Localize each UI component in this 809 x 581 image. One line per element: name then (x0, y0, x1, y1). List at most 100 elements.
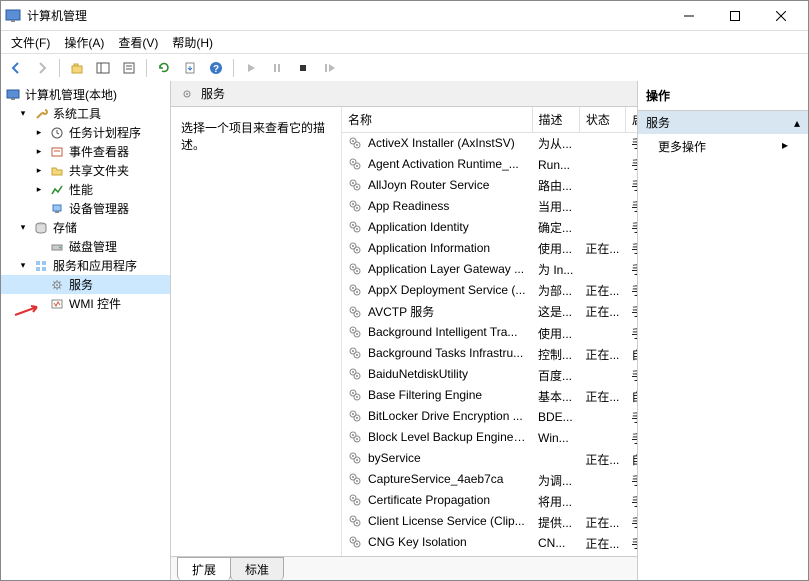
menu-help[interactable]: 帮助(H) (166, 32, 219, 53)
service-row[interactable]: Block Level Backup Engine ...Win...手动本..… (342, 428, 637, 449)
service-status (579, 491, 625, 512)
up-button[interactable] (66, 57, 88, 79)
service-row[interactable]: Application Layer Gateway ...为 In...手动本.… (342, 259, 637, 280)
service-row[interactable]: Background Tasks Infrastru...控制...正在...自… (342, 344, 637, 365)
service-desc: 基本... (532, 386, 579, 407)
menu-action[interactable]: 操作(A) (58, 32, 110, 53)
service-startup: 手动(触发... (625, 512, 637, 533)
services-list[interactable]: 名称 描述 状态 启动类型 登 ActiveX Installer (AxIns… (341, 107, 637, 556)
col-status[interactable]: 状态 (579, 107, 625, 133)
service-status: 正在... (579, 301, 625, 323)
svg-text:?: ? (213, 64, 219, 75)
service-row[interactable]: AVCTP 服务这是...正在...手动(触发...本... (342, 301, 637, 323)
service-startup: 手动(触发... (625, 533, 637, 554)
service-row[interactable]: Application Information使用...正在...手动(触发..… (342, 238, 637, 259)
expand-icon[interactable]: ▸ (33, 127, 45, 139)
tree-services[interactable]: ▸ 服务 (1, 275, 170, 294)
service-row[interactable]: Background Intelligent Tra...使用...手动本... (342, 323, 637, 344)
export-button[interactable] (179, 57, 201, 79)
maximize-button[interactable] (712, 1, 758, 31)
start-service-button[interactable] (240, 57, 262, 79)
service-row[interactable]: Agent Activation Runtime_...Run...手动本... (342, 154, 637, 175)
tree-storage[interactable]: ▾ 存储 (1, 218, 170, 237)
service-icon (348, 472, 364, 488)
forward-button[interactable] (31, 57, 53, 79)
service-desc: 为 In... (532, 259, 579, 280)
expand-icon[interactable]: ▸ (33, 165, 45, 177)
service-row[interactable]: ActiveX Installer (AxInstSV)为从...手动本... (342, 133, 637, 155)
service-icon (348, 409, 364, 425)
col-startup[interactable]: 启动类型 (625, 107, 637, 133)
service-row[interactable]: Certificate Propagation将用...手动(触发...本... (342, 491, 637, 512)
service-row[interactable]: BaiduNetdiskUtility百度...手动本... (342, 365, 637, 386)
menu-view[interactable]: 查看(V) (112, 32, 164, 53)
service-row[interactable]: App Readiness当用...手动本... (342, 196, 637, 217)
collapse-icon[interactable]: ▾ (17, 260, 29, 272)
service-desc (532, 449, 579, 470)
service-icon (348, 367, 364, 383)
service-name: Client License Service (Clip... (368, 515, 525, 529)
tab-extended[interactable]: 扩展 (177, 557, 231, 580)
tree-device-manager[interactable]: ▸ 设备管理器 (1, 199, 170, 218)
pause-service-button[interactable] (266, 57, 288, 79)
tree-disk-management[interactable]: ▸ 磁盘管理 (1, 237, 170, 256)
tree-wmi[interactable]: ▸ WMI 控件 (1, 294, 170, 313)
tree-root[interactable]: 计算机管理(本地) (1, 85, 170, 104)
tab-standard[interactable]: 标准 (230, 557, 284, 580)
service-row[interactable]: CNG Key IsolationCN...正在...手动(触发...本... (342, 533, 637, 554)
collapse-icon[interactable]: ▾ (17, 108, 29, 120)
tree-event-viewer-label: 事件查看器 (69, 143, 129, 160)
menu-file[interactable]: 文件(F) (5, 32, 56, 53)
close-button[interactable] (758, 1, 804, 31)
col-desc[interactable]: 描述 (532, 107, 579, 133)
help-button[interactable]: ? (205, 57, 227, 79)
tree-pane[interactable]: 计算机管理(本地) ▾ 系统工具 ▸ 任务计划程序 ▸ 事件查看器 ▸ 共享文件… (1, 81, 171, 580)
properties-button[interactable] (118, 57, 140, 79)
tree-shared-folders-label: 共享文件夹 (69, 162, 129, 179)
service-startup: 手动(触发... (625, 238, 637, 259)
tree-task-scheduler[interactable]: ▸ 任务计划程序 (1, 123, 170, 142)
actions-section[interactable]: 服务 ▴ (638, 111, 808, 134)
service-row[interactable]: Application Identity确定...手动(触发...本... (342, 217, 637, 238)
gear-icon (49, 277, 65, 293)
service-name: Certificate Propagation (368, 494, 490, 508)
service-startup: 手动 (625, 365, 637, 386)
tree-services-apps[interactable]: ▾ 服务和应用程序 (1, 256, 170, 275)
service-row[interactable]: AllJoyn Router Service路由...手动(触发...本... (342, 175, 637, 196)
col-name[interactable]: 名称 (342, 107, 532, 133)
service-icon (348, 388, 364, 404)
minimize-button[interactable] (666, 1, 712, 31)
actions-header: 操作 (638, 81, 808, 111)
chevron-up-icon[interactable]: ▴ (794, 116, 800, 130)
service-row[interactable]: CaptureService_4aeb7ca为调...手动本... (342, 470, 637, 491)
refresh-button[interactable] (153, 57, 175, 79)
folder-icon (49, 163, 65, 179)
expand-icon[interactable]: ▸ (33, 146, 45, 158)
tree-performance[interactable]: ▸ 性能 (1, 180, 170, 199)
service-status: 正在... (579, 533, 625, 554)
service-status (579, 217, 625, 238)
service-row[interactable]: COM+ Event System支持...正在...自动本... (342, 554, 637, 556)
service-status (579, 259, 625, 280)
service-icon (348, 535, 364, 551)
tree-shared-folders[interactable]: ▸ 共享文件夹 (1, 161, 170, 180)
tree-system-tools[interactable]: ▾ 系统工具 (1, 104, 170, 123)
actions-more[interactable]: 更多操作 ▸ (638, 134, 808, 159)
expand-icon[interactable]: ▸ (33, 184, 45, 196)
service-row[interactable]: Base Filtering Engine基本...正在...自动本... (342, 386, 637, 407)
show-hide-tree-button[interactable] (92, 57, 114, 79)
service-row[interactable]: BitLocker Drive Encryption ...BDE...手动(触… (342, 407, 637, 428)
tree-event-viewer[interactable]: ▸ 事件查看器 (1, 142, 170, 161)
service-row[interactable]: Client License Service (Clip...提供...正在..… (342, 512, 637, 533)
service-row[interactable]: byService正在...自动本... (342, 449, 637, 470)
collapse-icon[interactable]: ▾ (17, 222, 29, 234)
main-body: 计算机管理(本地) ▾ 系统工具 ▸ 任务计划程序 ▸ 事件查看器 ▸ 共享文件… (1, 81, 808, 580)
stop-service-button[interactable] (292, 57, 314, 79)
service-row[interactable]: AppX Deployment Service (...为部...正在...手动… (342, 280, 637, 301)
service-icon (348, 305, 364, 321)
tree-disk-management-label: 磁盘管理 (69, 238, 117, 255)
service-status: 正在... (579, 512, 625, 533)
tree-performance-label: 性能 (69, 181, 93, 198)
back-button[interactable] (5, 57, 27, 79)
restart-service-button[interactable] (318, 57, 340, 79)
